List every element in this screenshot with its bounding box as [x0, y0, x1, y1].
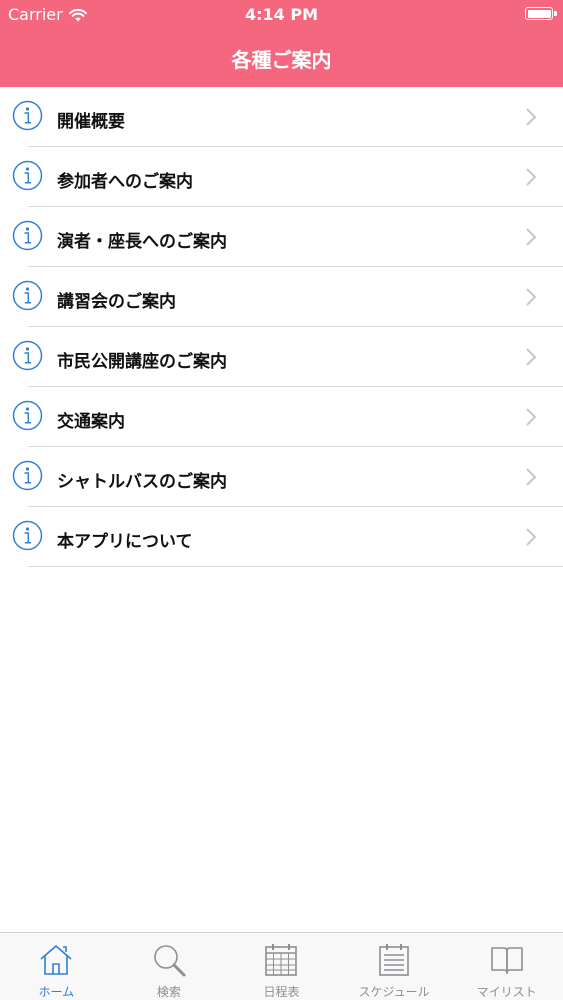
menu-item-access[interactable]: 交通案内	[0, 387, 563, 447]
info-icon	[12, 280, 43, 311]
book-icon	[490, 947, 523, 974]
tab-label: マイリスト	[476, 985, 537, 999]
menu-item-label: 交通案内	[57, 412, 125, 432]
menu-list: 開催概要 参加者へのご案内 演者・座長へのご案内 講習会のご案内 市民公開講座の…	[0, 87, 563, 567]
menu-item-participants[interactable]: 参加者へのご案内	[0, 147, 563, 207]
header: Carrier 4:14 PM 各種ご案内	[0, 0, 563, 87]
menu-item-label: 演者・座長へのご案内	[57, 232, 227, 252]
menu-item-label: 参加者へのご案内	[57, 172, 193, 192]
chevron-right-icon	[526, 168, 537, 186]
tab-label: ホーム	[38, 985, 75, 999]
menu-item-label: 講習会のご案内	[57, 292, 176, 312]
tab-calendar[interactable]: 日程表	[225, 933, 338, 1000]
tab-label: スケジュール	[358, 985, 430, 999]
info-icon	[12, 220, 43, 251]
status-time: 4:14 PM	[244, 5, 318, 24]
tab-bar: ホーム 検索 日程表 スケジュール マイリスト	[0, 932, 563, 1000]
battery-icon	[525, 7, 557, 20]
chevron-right-icon	[526, 528, 537, 546]
chevron-right-icon	[526, 408, 537, 426]
chevron-right-icon	[526, 228, 537, 246]
menu-item-label: シャトルバスのご案内	[57, 472, 227, 492]
info-icon	[12, 400, 43, 431]
chevron-right-icon	[526, 348, 537, 366]
info-icon	[12, 520, 43, 551]
search-icon	[154, 945, 186, 977]
battery-fill	[527, 9, 551, 18]
menu-item-overview[interactable]: 開催概要	[0, 87, 563, 147]
menu-item-about-app[interactable]: 本アプリについて	[0, 507, 563, 567]
menu-item-label: 開催概要	[57, 112, 125, 132]
chevron-right-icon	[526, 288, 537, 306]
tab-label: 日程表	[263, 985, 300, 999]
info-icon	[12, 160, 43, 191]
calendar-icon	[265, 944, 298, 976]
tab-label: 検索	[156, 985, 181, 999]
menu-item-presenters[interactable]: 演者・座長へのご案内	[0, 207, 563, 267]
chevron-right-icon	[526, 468, 537, 486]
status-bar: Carrier 4:14 PM	[0, 0, 563, 30]
menu-item-label: 本アプリについて	[57, 532, 193, 552]
menu-item-public-lecture[interactable]: 市民公開講座のご案内	[0, 327, 563, 387]
menu-item-workshops[interactable]: 講習会のご案内	[0, 267, 563, 327]
tab-home[interactable]: ホーム	[0, 933, 113, 1000]
chevron-right-icon	[526, 108, 537, 126]
tab-search[interactable]: 検索	[113, 933, 226, 1000]
menu-item-label: 市民公開講座のご案内	[57, 352, 227, 372]
tab-schedule[interactable]: スケジュール	[338, 933, 451, 1000]
info-icon	[12, 460, 43, 491]
info-icon	[12, 100, 43, 131]
page-title: 各種ご案内	[231, 48, 332, 72]
schedule-icon	[379, 944, 409, 976]
home-icon	[40, 945, 72, 975]
info-icon	[12, 340, 43, 371]
menu-item-shuttle-bus[interactable]: シャトルバスのご案内	[0, 447, 563, 507]
tab-mylist[interactable]: マイリスト	[450, 933, 563, 1000]
